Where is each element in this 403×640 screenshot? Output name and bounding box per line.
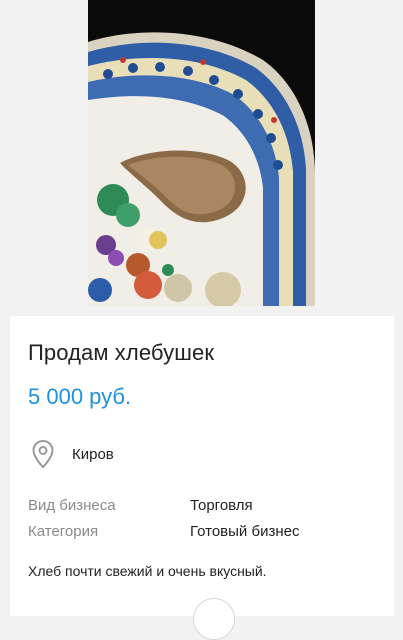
detail-row: Вид бизнеса Торговля [28, 492, 299, 518]
listing-card: Продам хлебушек 5 000 руб. Киров Вид биз… [10, 316, 394, 640]
listing-photo-image [88, 0, 315, 306]
detail-label: Категория [28, 522, 99, 540]
listing-price: 5 000 руб. [28, 384, 132, 409]
location[interactable]: Киров [32, 440, 114, 468]
detail-label: Вид бизнеса [28, 496, 116, 514]
map-pin-icon [32, 440, 54, 468]
detail-row: Категория Готовый бизнес [28, 518, 299, 544]
details-list: Вид бизнеса Торговля Категория Готовый б… [28, 492, 299, 544]
listing-photo[interactable] [88, 0, 315, 306]
detail-value: Торговля [190, 496, 253, 514]
detail-value: Готовый бизнес [190, 522, 300, 540]
location-text: Киров [72, 445, 114, 463]
scroll-hint-button[interactable] [193, 598, 235, 640]
listing-title: Продам хлебушек [28, 340, 215, 365]
listing-description: Хлеб почти свежий и очень вкусный. [28, 563, 267, 579]
